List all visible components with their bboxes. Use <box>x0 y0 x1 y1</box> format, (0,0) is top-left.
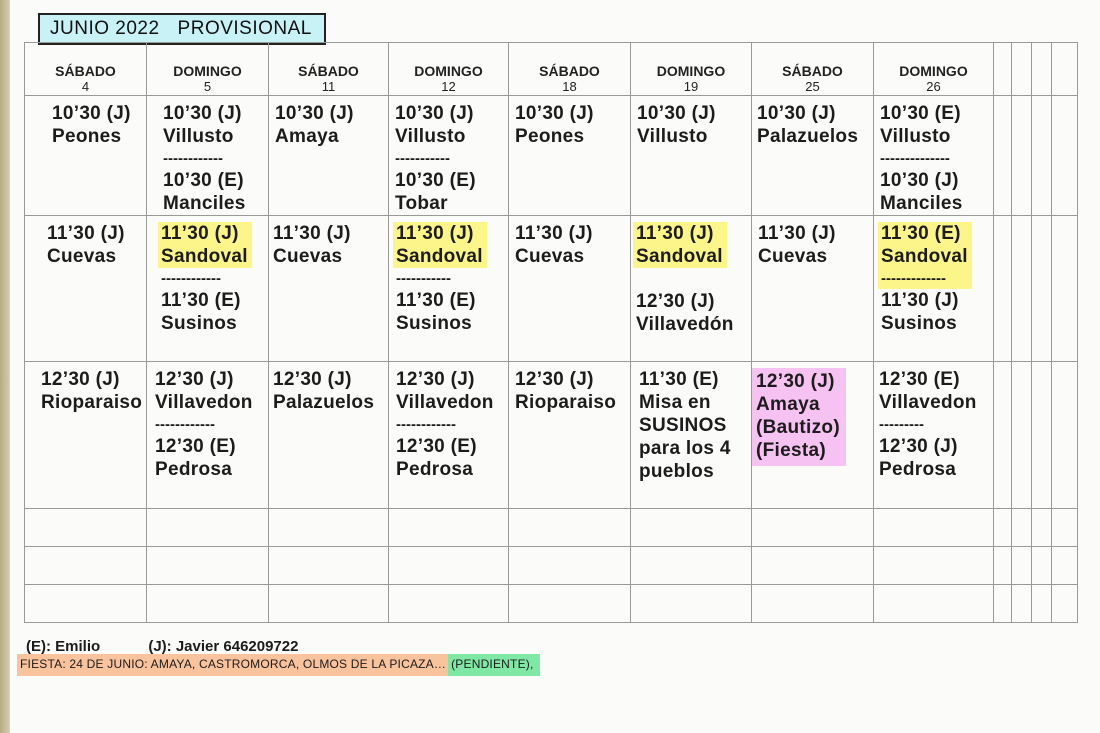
mass-cell: 10’30 (J) Amaya <box>268 95 389 216</box>
day-header: SÁBADO 11 <box>268 42 389 96</box>
mass-cell: 10’30 (J) Peones <box>508 95 631 216</box>
mass-cell: 11’30 (J) Cuevas <box>508 215 631 362</box>
day-header: DOMINGO 26 <box>873 42 994 96</box>
day-header: SÁBADO 25 <box>751 42 874 96</box>
mass-cell: 11’30 (J) Sandoval 12’30 (J) Villavedón <box>630 215 752 362</box>
day-header: DOMINGO 12 <box>388 42 509 96</box>
empty-row <box>24 546 1078 585</box>
schedule-table: SÁBADO 4 DOMINGO 5 SÁBADO 11 DOMINGO 12 SÁBA… <box>24 42 1078 623</box>
day-header: SÁBADO 4 <box>24 42 147 96</box>
mass-cell: 11’30 (J) Cuevas <box>751 215 874 362</box>
header-row: SÁBADO 4 DOMINGO 5 SÁBADO 11 DOMINGO 12 SÁBA… <box>24 42 1078 96</box>
page-title: JUNIO 2022 PROVISIONAL <box>38 13 326 45</box>
highlight-sandoval: 11’30 (J) Sandoval <box>158 222 252 268</box>
empty-row <box>24 508 1078 547</box>
day-header: DOMINGO 5 <box>146 42 269 96</box>
mass-cell: 12’30 (J) Villavedon ------------ 12’30 (E)… <box>388 361 509 509</box>
day-header: DOMINGO 19 <box>630 42 752 96</box>
mass-cell: 11’30 (J) Cuevas <box>24 215 147 362</box>
mass-cell: 10’30 (J) Peones <box>24 95 147 216</box>
mass-cell: 11’30 (E) Misa en SUSINOS para los 4 pueblos <box>630 361 752 509</box>
legend: (E): Emilio (J): Javier 646209722 <box>26 638 298 655</box>
empty-row <box>24 584 1078 623</box>
mass-cell: 10’30 (J) Palazuelos <box>751 95 874 216</box>
title-month: JUNIO 2022 <box>50 18 160 39</box>
fiesta-status: (PENDIENTE), <box>448 654 540 676</box>
mass-cell: 12’30 (J) Villavedon ------------ 12’30 (E)… <box>146 361 269 509</box>
mass-cell: 10’30 (J) Villusto ------------ 10’30 (E) Ma… <box>146 95 269 216</box>
mass-cell: 12’30 (J) Rioparaiso <box>508 361 631 509</box>
mass-cell: 12’30 (J) Palazuelos <box>268 361 389 509</box>
fiesta-text: FIESTA: 24 DE JUNIO: AMAYA, CASTROMORCA,… <box>17 654 449 676</box>
mass-cell: 10’30 (J) Villusto ----------- 10’30 (E) Tob… <box>388 95 509 216</box>
mass-cell: 11’30 (J) Cuevas <box>268 215 389 362</box>
mass-cell: 12’30 (J) Amaya (Bautizo) (Fiesta) <box>751 361 874 509</box>
highlight-sandoval: 11’30 (J) Sandoval <box>633 222 727 268</box>
mass-cell: 12’30 (E) Villavedon --------- 12’30 (J) Ped… <box>873 361 994 509</box>
mass-cell: 11’30 (E) Sandoval ------------- 11’30 (J) S… <box>873 215 994 362</box>
mass-cell: 10’30 (J) Villusto <box>630 95 752 216</box>
highlight-fiesta: 12’30 (J) Amaya (Bautizo) (Fiesta) <box>752 368 846 466</box>
highlight-sandoval: 11’30 (E) Sandoval ------------- <box>878 222 972 289</box>
highlight-sandoval: 11’30 (J) Sandoval <box>393 222 487 268</box>
schedule-row-1230: 12’30 (J) Rioparaiso 12’30 (J) Villavedon -… <box>24 361 1078 509</box>
mass-cell: 10’30 (E) Villusto -------------- 10’30 (J)… <box>873 95 994 216</box>
schedule-row-1130: 11’30 (J) Cuevas 11’30 (J) Sandoval -------… <box>24 215 1078 362</box>
mass-cell: 11’30 (J) Sandoval ----------- 11’30 (E) Sus… <box>388 215 509 362</box>
mass-cell: 12’30 (J) Rioparaiso <box>24 361 147 509</box>
legend-emilio: (E): Emilio <box>26 638 101 655</box>
title-status: PROVISIONAL <box>177 18 312 39</box>
schedule-row-1030: 10’30 (J) Peones 10’30 (J) Villusto -------… <box>24 95 1078 216</box>
mass-cell: 11’30 (J) Sandoval ------------ 11’30 (E) Su… <box>146 215 269 362</box>
day-header: SÁBADO 18 <box>508 42 631 96</box>
legend-javier: (J): Javier 646209722 <box>148 638 299 655</box>
fiesta-note: FIESTA: 24 DE JUNIO: AMAYA, CASTROMORCA,… <box>17 654 540 676</box>
